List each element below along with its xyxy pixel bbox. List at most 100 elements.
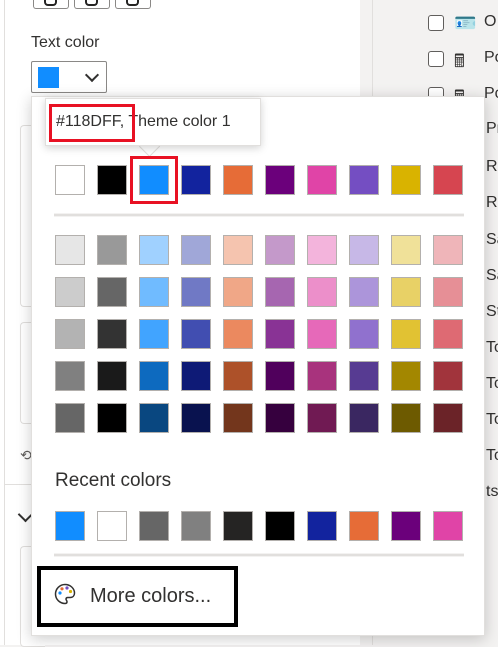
shade-color-swatch[interactable]	[433, 235, 463, 265]
shade-color-swatch[interactable]	[139, 277, 169, 307]
shade-color-swatch[interactable]	[181, 319, 211, 349]
shade-color-swatch[interactable]	[391, 235, 421, 265]
text-color-label: Text color	[31, 34, 100, 51]
recent-colors-title: Recent colors	[55, 470, 172, 491]
theme-color-swatch[interactable]	[265, 165, 295, 195]
shade-color-swatch[interactable]	[349, 361, 379, 391]
shade-color-swatch[interactable]	[433, 361, 463, 391]
theme-color-swatch[interactable]	[433, 165, 463, 195]
shade-color-swatch[interactable]	[349, 319, 379, 349]
field-label: St	[486, 303, 498, 320]
card-icon: 🪪	[454, 13, 477, 33]
shade-color-swatch[interactable]	[307, 235, 337, 265]
theme-color-swatch[interactable]	[391, 165, 421, 195]
selected-color-swatch	[38, 67, 59, 88]
shade-color-swatch[interactable]	[223, 361, 253, 391]
field-checkbox[interactable]	[428, 51, 444, 67]
shade-color-swatch[interactable]	[223, 319, 253, 349]
shade-color-swatch[interactable]	[265, 319, 295, 349]
shade-color-swatch[interactable]	[307, 277, 337, 307]
shade-color-swatch[interactable]	[181, 235, 211, 265]
field-label: To	[486, 447, 498, 464]
shade-color-swatch[interactable]	[433, 319, 463, 349]
recent-color-swatch[interactable]	[97, 511, 127, 541]
bold-button[interactable]	[33, 0, 69, 9]
field-label: Sa	[486, 231, 498, 248]
field-list-item[interactable]: 🖩 Po	[422, 48, 498, 72]
recent-color-swatch[interactable]	[181, 511, 211, 541]
divider	[54, 553, 464, 557]
shade-color-swatch[interactable]	[265, 277, 295, 307]
shade-color-swatch[interactable]	[97, 277, 127, 307]
calculator-icon: 🖩	[454, 51, 465, 71]
recent-color-swatch[interactable]	[391, 511, 421, 541]
divider	[54, 213, 464, 217]
text-color-dropdown[interactable]	[31, 61, 107, 93]
shade-color-swatch[interactable]	[433, 403, 463, 433]
shade-color-swatch[interactable]	[391, 319, 421, 349]
shade-color-swatch[interactable]	[97, 235, 127, 265]
field-label: ts	[486, 483, 498, 500]
shade-color-swatch[interactable]	[349, 277, 379, 307]
shade-color-swatch[interactable]	[433, 277, 463, 307]
recent-color-swatch[interactable]	[265, 511, 295, 541]
theme-color-swatch[interactable]	[349, 165, 379, 195]
field-label: To	[486, 375, 498, 392]
shade-color-swatch[interactable]	[97, 403, 127, 433]
shade-color-swatch[interactable]	[391, 403, 421, 433]
underline-button[interactable]	[115, 0, 151, 9]
shade-color-swatch[interactable]	[139, 235, 169, 265]
theme-color-swatch[interactable]	[55, 165, 85, 195]
recent-color-swatch[interactable]	[55, 511, 85, 541]
recent-color-swatch[interactable]	[307, 511, 337, 541]
shade-color-swatch[interactable]	[181, 277, 211, 307]
shade-color-swatch[interactable]	[55, 361, 85, 391]
theme-color-swatch[interactable]	[307, 165, 337, 195]
field-label: Sa	[486, 267, 498, 284]
underline-icon	[126, 0, 139, 6]
shade-color-swatch[interactable]	[265, 361, 295, 391]
recent-color-swatch[interactable]	[349, 511, 379, 541]
shade-color-swatch[interactable]	[181, 361, 211, 391]
shade-color-swatch[interactable]	[55, 319, 85, 349]
shade-color-swatch[interactable]	[223, 235, 253, 265]
pane-border	[4, 0, 5, 645]
shade-color-swatch[interactable]	[307, 361, 337, 391]
theme-color-swatch[interactable]	[139, 165, 169, 195]
shade-color-swatch[interactable]	[181, 403, 211, 433]
recent-color-swatch[interactable]	[139, 511, 169, 541]
shade-color-swatch[interactable]	[223, 277, 253, 307]
italic-button[interactable]	[74, 0, 110, 9]
shade-color-swatch[interactable]	[55, 403, 85, 433]
shade-color-swatch[interactable]	[307, 319, 337, 349]
shade-color-swatch[interactable]	[55, 277, 85, 307]
shade-color-swatch[interactable]	[265, 403, 295, 433]
field-list-item[interactable]: 🪪 O	[422, 12, 498, 36]
shade-color-swatch[interactable]	[391, 277, 421, 307]
shade-color-swatch[interactable]	[139, 361, 169, 391]
theme-color-swatch[interactable]	[181, 165, 211, 195]
theme-color-swatch[interactable]	[97, 165, 127, 195]
italic-icon	[85, 0, 98, 6]
shade-color-swatch[interactable]	[265, 235, 295, 265]
shade-color-swatch[interactable]	[307, 403, 337, 433]
shade-color-swatch[interactable]	[391, 361, 421, 391]
shade-color-swatch[interactable]	[55, 235, 85, 265]
recent-color-swatch[interactable]	[223, 511, 253, 541]
shade-color-swatch[interactable]	[97, 319, 127, 349]
color-tooltip: #118DFF, Theme color 1	[45, 98, 261, 146]
shade-color-swatch[interactable]	[139, 403, 169, 433]
field-label: Pr	[486, 120, 498, 137]
field-label: To	[486, 411, 498, 428]
field-checkbox[interactable]	[428, 15, 444, 31]
field-label: Po	[484, 49, 498, 66]
theme-color-swatch[interactable]	[223, 165, 253, 195]
shade-color-swatch[interactable]	[97, 361, 127, 391]
reset-icon[interactable]: ⟲	[20, 447, 32, 464]
tooltip-theme-label: , Theme color 1	[119, 113, 231, 130]
recent-color-swatch[interactable]	[433, 511, 463, 541]
shade-color-swatch[interactable]	[139, 319, 169, 349]
shade-color-swatch[interactable]	[349, 403, 379, 433]
shade-color-swatch[interactable]	[349, 235, 379, 265]
shade-color-swatch[interactable]	[223, 403, 253, 433]
